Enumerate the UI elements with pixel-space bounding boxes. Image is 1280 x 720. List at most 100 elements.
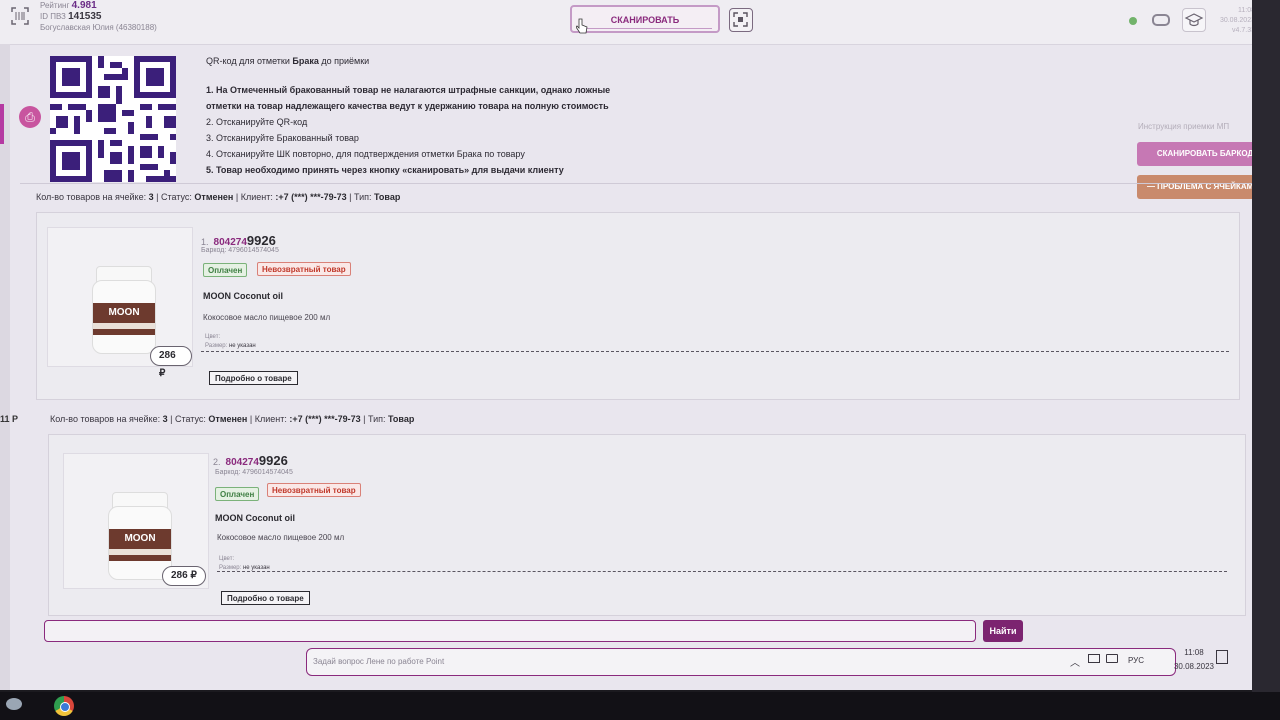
summary-type-label: | Тип: [360,414,388,424]
summary-status-label: | Статус: [167,414,209,424]
ask-question-input[interactable]: Задай вопрос Лене по работе Point [306,648,1176,676]
notifications-icon[interactable] [1216,650,1228,664]
find-button[interactable]: Найти [983,620,1023,642]
qr-steps: 1. На Отмеченный бракованный товар не на… [206,82,676,178]
step-4: 4. Отсканируйте ШК повторно, для подтвер… [206,149,525,159]
network-icon[interactable] [1106,654,1118,663]
summary-type: Товар [387,414,415,424]
step-3: 3. Отсканируйте Бракованный товар [206,133,359,143]
item-index: 1. [201,237,209,247]
search-bar[interactable] [44,620,976,642]
item-number-line: 2. 8042749926 [213,453,288,468]
summary-type-label: | Тип: [346,192,374,202]
monitor-bezel [1252,0,1280,692]
cell-problem-button[interactable]: — ПРОБЛЕМА С ЯЧЕЙКАМИ [1137,175,1269,199]
cell-summary-2: Кол-во товаров на ячейке: 3 | Статус: От… [50,414,414,424]
product-attributes: Цвет: Размер: не указан [205,333,256,351]
summary-client-label: | Клиент: [233,192,276,202]
summary-client-label: | Клиент: [247,414,290,424]
size-value: не указан [228,343,256,349]
section-divider [20,183,1260,184]
qr-frame-icon [733,12,748,27]
scan-button[interactable]: СКАНИРОВАТЬ [570,5,720,34]
paid-badge: Оплачен [215,487,260,501]
summary-status: Отменен [208,414,248,424]
tray-clock[interactable]: 11:08 30.08.2023 [1172,646,1216,674]
product-card-2: MOON 286 ₽ 2. 8042749926 Баркод: 4796014… [48,434,1246,616]
gutter-indicator [0,104,4,144]
product-card-1: MOON 286 ₽ 1. 8042749926 Баркод: 4796014… [36,212,1240,400]
header-time: 11:08 [1238,7,1255,14]
summary-client: :+7 (***) ***-79-73 [275,192,347,202]
start-icon[interactable] [6,698,22,710]
rating-label: Рейтинг [40,1,70,10]
chrome-icon[interactable] [54,696,74,716]
product-image[interactable]: MOON 286 ₽ [63,453,209,589]
article-suffix[interactable]: 9926 [259,453,288,468]
nonreturnable-badge: Невозвратный товар [257,262,351,276]
product-name: MOON Coconut oil [203,291,283,301]
dashed-divider [217,571,1227,572]
barcode-text: Баркод: 4796014574045 [201,247,279,254]
top-header: Рейтинг 4.981 ID ПВЗ 141535 Богуславская… [0,0,1255,45]
price-badge: 286 ₽ [162,566,206,586]
product-details-button[interactable]: Подробно о товаре [209,371,298,385]
gamepad-icon[interactable] [1152,14,1170,26]
product-description: Кокосовое масло пищевое 200 мл [217,533,345,542]
cell-summary-1: Кол-во товаров на ячейке: 3 | Статус: От… [36,192,400,202]
app-version: v4.7.33 [1232,27,1255,34]
nonreturnable-badge: Невозвратный товар [267,483,361,497]
summary-client: :+7 (***) ***-79-73 [289,414,361,424]
price-badge: 286 ₽ [150,346,192,379]
color-label: Цвет: [219,556,235,562]
graduation-cap-icon [1184,13,1204,27]
product-image[interactable]: MOON 286 ₽ [47,227,193,379]
qr-title-prefix: QR-код для отметки [206,56,293,66]
step-2: 2. Отсканируйте QR-код [206,117,308,127]
instruction-link[interactable]: Инструкция приемки МП [1138,122,1229,131]
product-description: Кокосовое масло пищевое 200 мл [203,313,331,322]
article-prefix[interactable]: 804274 [226,457,259,468]
scanner-icon[interactable] [10,6,30,26]
jar-brand: MOON [93,303,155,335]
user-name: Богуславская Юлия (46380188) [40,23,157,32]
tray-date: 30.08.2023 [1173,662,1215,671]
dashed-divider [201,351,1229,352]
side-number: 11 Р [0,414,19,424]
item-number-line: 1. 8042749926 [201,233,276,248]
color-label: Цвет: [205,334,221,340]
barcode-text: Баркод: 4796014574045 [215,469,293,476]
step-1: 1. На Отмеченный бракованный товар не на… [206,85,611,95]
system-tray: ︿ РУС 11:08 30.08.2023 [1066,646,1246,676]
product-name: MOON Coconut oil [215,513,295,523]
article-suffix[interactable]: 9926 [247,233,276,248]
app-screen: Рейтинг 4.981 ID ПВЗ 141535 Богуславская… [0,0,1273,690]
language-indicator[interactable]: РУС [1128,656,1144,665]
size-label: Размер: [205,343,228,349]
chevron-up-icon[interactable]: ︿ [1070,654,1080,669]
summary-type: Товар [373,192,401,202]
summary-count-label: Кол-во товаров на ячейке: [50,414,163,424]
qr-scan-icon[interactable] [729,8,753,32]
pvz-id: 141535 [68,11,102,22]
step-5: 5. Товар необходимо принять через кнопку… [206,165,564,175]
online-status-icon [1129,17,1137,25]
pvz-label: ID ПВЗ [40,12,66,21]
scan-button-label: СКАНИРОВАТЬ [610,15,680,25]
summary-status: Отменен [194,192,234,202]
pvz-info: Рейтинг 4.981 ID ПВЗ 141535 Богуславская… [40,0,157,33]
monitor-icon[interactable] [1088,654,1100,663]
scan-underline [578,28,712,29]
qr-title-bold: Брака [292,56,319,66]
qr-code [50,56,176,182]
summary-status-label: | Статус: [153,192,195,202]
jar-illustration: MOON [92,266,156,354]
rating-value: 4.981 [71,0,97,11]
summary-count-label: Кол-во товаров на ячейке: [36,192,149,202]
education-icon[interactable] [1182,8,1206,32]
cursor-icon [576,18,588,34]
qr-title: QR-код для отметки Брака до приёмки [206,56,369,66]
os-taskbar [0,692,1280,720]
product-details-button[interactable]: Подробно о товаре [221,591,310,605]
left-gutter [0,44,10,690]
